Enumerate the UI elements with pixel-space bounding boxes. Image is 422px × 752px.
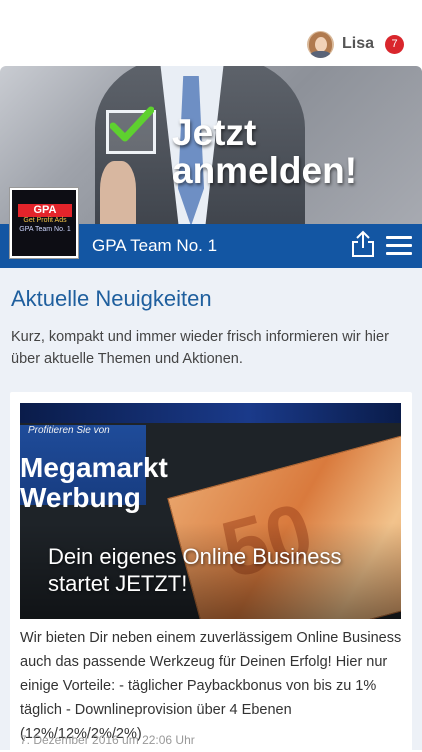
app-logo: GPA Get Profit Ads GPA Team No. 1 xyxy=(9,187,79,259)
share-icon[interactable] xyxy=(350,230,376,258)
news-card-body: Wir bieten Dir neben einem zuverlässigem… xyxy=(20,630,402,742)
news-card-image[interactable]: Profitieren Sie von Megamarkt Werbung 50… xyxy=(20,403,401,619)
hero-title: Jetzt anmelden! xyxy=(172,112,358,191)
user-menu[interactable]: Lisa 7 xyxy=(306,29,404,59)
banner-title: Megamarkt Werbung xyxy=(20,452,168,513)
hamburger-menu-icon[interactable] xyxy=(386,236,412,256)
user-name[interactable]: Lisa xyxy=(342,35,374,53)
section-intro: Kurz, kompakt und immer wieder frisch in… xyxy=(11,329,389,367)
section-headline: Aktuelle Neuigkeiten xyxy=(11,286,212,311)
avatar[interactable] xyxy=(306,30,334,58)
top-bar: Lisa 7 xyxy=(0,0,422,66)
hero-hand-graphic xyxy=(100,161,136,224)
news-card-title[interactable]: Dein eigenes Online Business startet JET… xyxy=(48,543,388,597)
notification-badge[interactable]: 7 xyxy=(385,34,404,54)
banner-subtitle: Profitieren Sie von xyxy=(28,425,110,436)
app-name: GPA Team No. 1 xyxy=(92,236,218,255)
news-card-date: 7. Dezember 2016 um 22:06 Uhr xyxy=(20,733,195,747)
checkmark-icon xyxy=(110,106,154,142)
